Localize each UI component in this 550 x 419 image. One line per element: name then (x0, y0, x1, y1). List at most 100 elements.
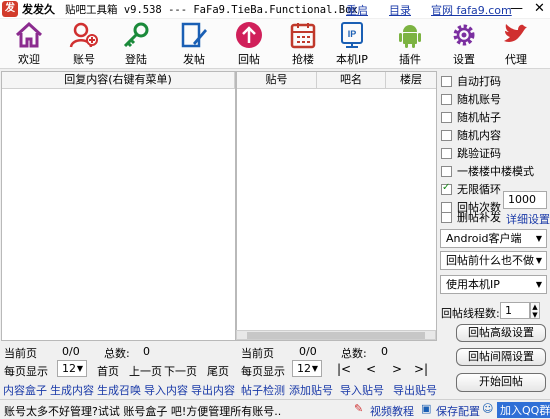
checkbox-label: 自动打码 (457, 75, 501, 88)
last-page-button[interactable]: 尾页 (207, 363, 229, 379)
chevron-down-icon: ▼ (311, 364, 318, 373)
save-config-link[interactable]: 保存配置 (436, 403, 480, 419)
scrollbar-thumb[interactable] (247, 332, 425, 339)
checkbox-label: 随机账号 (457, 93, 501, 106)
horizontal-scrollbar[interactable] (236, 330, 436, 340)
save-icon: ▣ (421, 402, 432, 415)
toolbar-local-ip-button[interactable]: IP 本机IP (327, 19, 377, 69)
column-header-forum-name[interactable]: 吧名 (317, 72, 386, 89)
checkbox-box[interactable] (441, 147, 452, 159)
reply-advanced-settings-button[interactable]: 回帖高级设置 (456, 324, 546, 342)
infinite-loop-checkbox[interactable]: 无限循环 (441, 181, 501, 197)
column-header-floor[interactable]: 楼层 (386, 72, 436, 89)
generate-content-link[interactable]: 生成内容 (50, 382, 94, 398)
start-reply-button[interactable]: 开始回帖 (456, 373, 546, 392)
checkbox-box[interactable] (441, 211, 452, 223)
toolbar-label: 欢迎 (18, 53, 40, 66)
select-value: 使用本机IP (446, 278, 500, 291)
toolbar-grab-floor-button[interactable]: 抢楼 (278, 19, 328, 69)
app-name: 发发久 (22, 3, 55, 16)
next-page-button[interactable]: 下一页 (164, 363, 197, 379)
first-page-button[interactable]: 首页 (97, 363, 119, 379)
checkbox-box[interactable] (441, 129, 452, 141)
directory-link[interactable]: 目录 (389, 2, 411, 18)
join-qq-group-button[interactable]: 加入QQ群 (497, 402, 550, 418)
select-value: 回帖前什么也不做 (446, 254, 534, 267)
per-page-select[interactable]: 12 ▼ (57, 360, 87, 377)
toolbar-login-button[interactable]: 登陆 (111, 19, 161, 69)
toolbar-label: 代理 (505, 53, 527, 66)
random-post-checkbox[interactable]: 随机帖子 (441, 109, 501, 125)
reply-interval-settings-button[interactable]: 回帖间隔设置 (456, 348, 546, 366)
toolbar-welcome-button[interactable]: 欢迎 (4, 19, 54, 69)
thread-count-spinner[interactable]: ▲ ▼ (530, 302, 540, 319)
pen-icon (181, 22, 207, 48)
title-bar: 发 发发久 贴吧工具箱 v9.538 --- FaFa9.TieBa.Funct… (0, 0, 550, 18)
restart-link[interactable]: 重启 (346, 2, 368, 18)
website-link[interactable]: 官网 fafa9.com (431, 2, 512, 18)
close-icon[interactable]: ✕ (534, 1, 545, 16)
checkbox-box[interactable] (441, 93, 452, 105)
total-label: 总数: (104, 347, 130, 360)
minimize-icon[interactable]: — (510, 1, 523, 16)
checkbox-box-checked[interactable] (441, 182, 452, 195)
building-icon (290, 23, 316, 49)
app-subtitle: 贴吧工具箱 v9.538 --- FaFa9.TieBa.Functional.… (65, 3, 358, 16)
delete-repost-checkbox[interactable]: 删帖补发 (441, 209, 501, 225)
import-content-link[interactable]: 导入内容 (144, 382, 188, 398)
checkbox-label: 删帖补发 (457, 211, 501, 224)
checkbox-label: 跳验证码 (457, 147, 501, 160)
export-content-link[interactable]: 导出内容 (191, 382, 235, 398)
toolbar-label: 发帖 (183, 53, 205, 66)
toolbar-settings-button[interactable]: 设置 (439, 19, 489, 69)
client-type-select[interactable]: Android客户端 ▼ (440, 229, 547, 248)
status-bar: 账号太多不好管理?试试 账号盒子 吧!方便管理所有账号.. ✎ 视频教程 ▣ 保… (0, 399, 550, 418)
toolbar-proxy-button[interactable]: 代理 (491, 19, 541, 69)
toolbar-label: 抢楼 (292, 53, 314, 66)
pen-icon: ✎ (354, 402, 364, 415)
current-page-value: 0/0 (299, 345, 317, 358)
checkbox-label: 无限循环 (457, 183, 501, 196)
toolbar-label: 插件 (399, 53, 421, 66)
column-header-post-id[interactable]: 贴号 (237, 72, 317, 89)
floor-in-floor-checkbox[interactable]: 一楼楼中楼模式 (441, 163, 534, 179)
first-page-button[interactable]: |< (337, 362, 351, 376)
toolbar-post-button[interactable]: 发帖 (169, 19, 219, 69)
thread-count-input[interactable]: 1 (500, 302, 530, 319)
random-content-checkbox[interactable]: 随机内容 (441, 127, 501, 143)
ip-mode-select[interactable]: 使用本机IP ▼ (440, 275, 547, 294)
reply-count-input[interactable]: 1000 (503, 191, 547, 209)
add-post-id-link[interactable]: 添加贴号 (289, 382, 333, 398)
pre-reply-action-select[interactable]: 回帖前什么也不做 ▼ (440, 251, 547, 270)
bird-icon (504, 24, 527, 42)
checkbox-box[interactable] (441, 165, 452, 177)
toolbar-reply-button[interactable]: 回帖 (224, 19, 274, 69)
toolbar-label: 回帖 (238, 53, 260, 66)
current-page-label: 当前页 (241, 347, 274, 360)
video-tutorial-link[interactable]: 视频教程 (370, 403, 414, 419)
next-page-button[interactable]: > (392, 362, 402, 376)
content-box-link[interactable]: 内容盒子 (3, 382, 47, 398)
prev-page-button[interactable]: < (366, 362, 376, 376)
post-id-table[interactable]: 贴号 吧名 楼层 (236, 71, 437, 341)
random-account-checkbox[interactable]: 随机账号 (441, 91, 501, 107)
toolbar-plugin-button[interactable]: 插件 (385, 19, 435, 69)
last-page-button[interactable]: >| (414, 362, 428, 376)
toolbar-account-button[interactable]: 账号 (59, 19, 109, 69)
app-logo-icon: 发 (2, 1, 18, 17)
detail-settings-link[interactable]: 详细设置 (506, 211, 550, 227)
generate-summon-link[interactable]: 生成召唤 (97, 382, 141, 398)
checkbox-box[interactable] (441, 75, 452, 87)
auto-captcha-checkbox[interactable]: 自动打码 (441, 73, 501, 89)
checkbox-box[interactable] (441, 111, 452, 123)
gear-icon (453, 24, 475, 46)
per-page-select[interactable]: 12 ▼ (292, 360, 322, 377)
prev-page-button[interactable]: 上一页 (129, 363, 162, 379)
toolbar-label: 账号 (73, 53, 95, 66)
skip-captcha-checkbox[interactable]: 跳验证码 (441, 145, 501, 161)
import-post-id-link[interactable]: 导入贴号 (340, 382, 384, 398)
post-check-link[interactable]: 帖子检测 (241, 382, 285, 398)
reply-content-list[interactable]: 回复内容(右键有菜单) (1, 71, 236, 341)
reply-content-header[interactable]: 回复内容(右键有菜单) (2, 72, 235, 89)
export-post-id-link[interactable]: 导出贴号 (393, 382, 437, 398)
